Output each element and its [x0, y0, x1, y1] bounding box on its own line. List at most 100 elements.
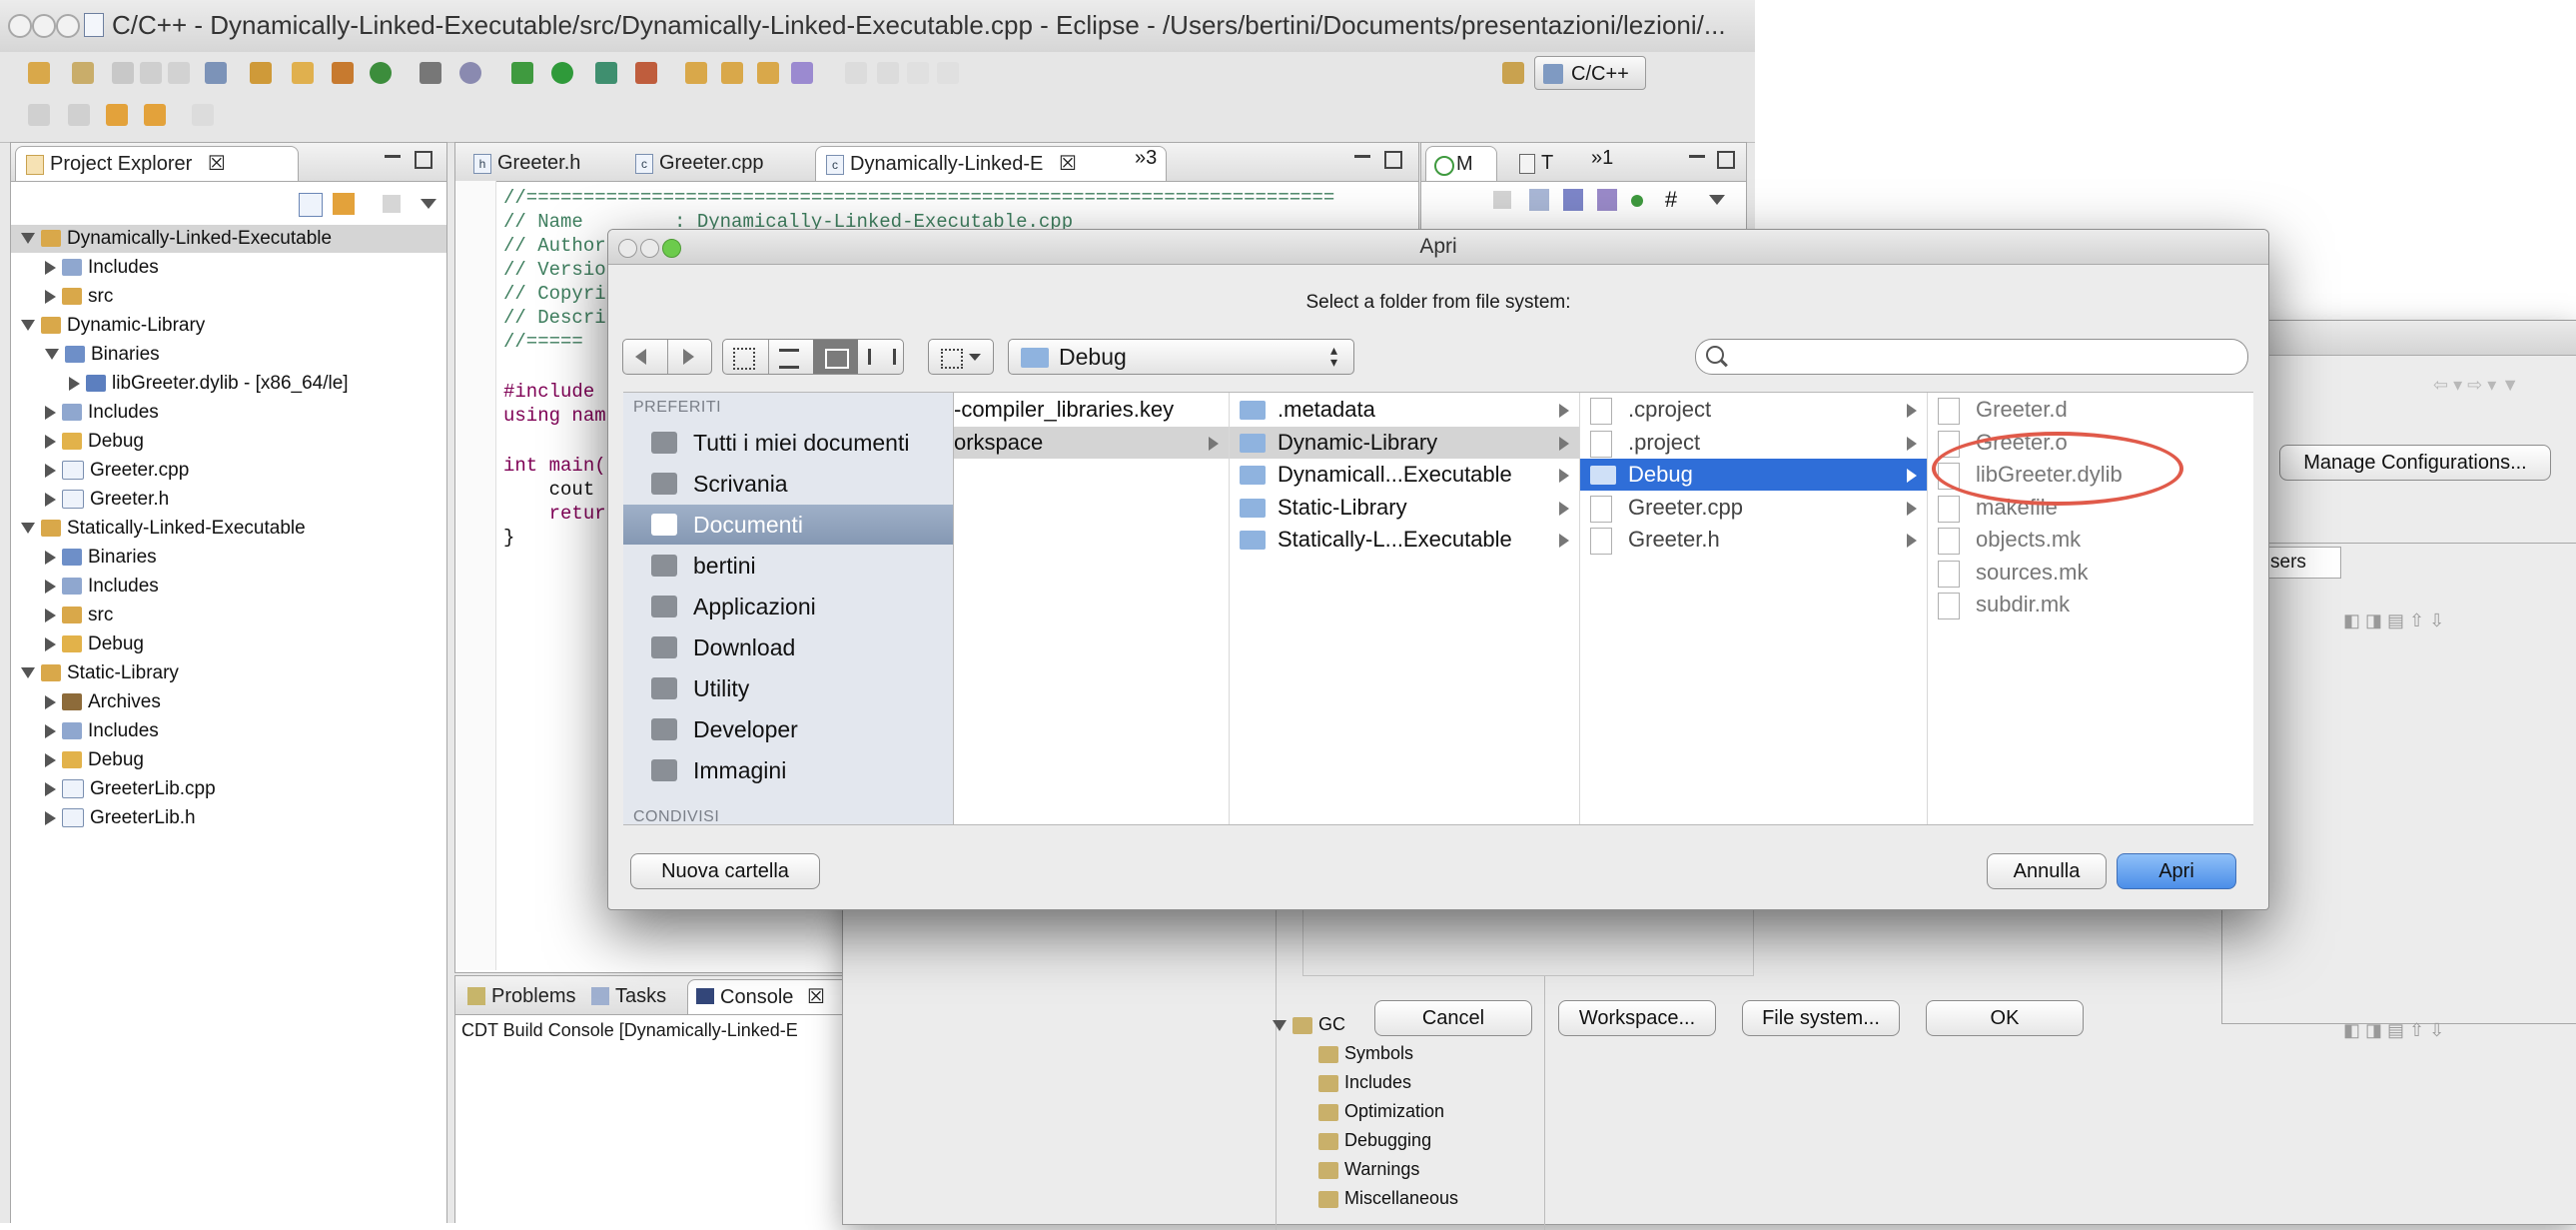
print-icon[interactable]	[168, 62, 190, 84]
open-file-icon[interactable]	[757, 62, 779, 84]
collapsed-arrow-icon[interactable]	[69, 376, 80, 391]
location-popup[interactable]: Debug ▴ ▾	[1008, 339, 1354, 375]
hide-non-public-icon[interactable]	[1631, 195, 1643, 207]
browser-item[interactable]: Greeter.cpp	[1580, 492, 1927, 524]
manage-configurations-button[interactable]: Manage Configurations...	[2279, 445, 2551, 481]
hash-icon[interactable]: #	[1661, 189, 1681, 211]
tab-overflow-indicator[interactable]: »1	[1591, 147, 1613, 170]
browser-item[interactable]: Greeter.h	[1580, 524, 1927, 556]
block-icon[interactable]	[907, 62, 929, 84]
browser-item[interactable]: .cproject	[1580, 394, 1927, 426]
sidebar-item[interactable]: bertini	[623, 546, 953, 586]
list-actions-icon[interactable]: ◧ ◨ ▤ ⇧ ⇩	[2343, 1020, 2553, 1044]
close-tab-icon[interactable]: ☒	[208, 153, 226, 175]
collapsed-arrow-icon[interactable]	[45, 463, 56, 478]
file-system-button[interactable]: File system...	[1742, 1000, 1900, 1036]
browser-item[interactable]: sources.mk	[1928, 557, 2253, 589]
browser-item[interactable]: orkspace	[954, 426, 1229, 459]
run-icon[interactable]	[551, 62, 573, 84]
minimize-panel-icon[interactable]	[385, 155, 401, 158]
tool-settings-item[interactable]: Optimization	[1263, 1097, 1444, 1125]
list-actions-icon[interactable]: ◧ ◨ ▤ ⇧ ⇩	[2343, 611, 2553, 634]
browser-item[interactable]: Dynamic-Library	[1230, 426, 1579, 459]
close-dialog-button[interactable]	[618, 239, 637, 258]
annotation-icon[interactable]	[877, 62, 899, 84]
expanded-arrow-icon[interactable]	[21, 320, 35, 332]
debug-icon[interactable]	[511, 62, 533, 84]
filter-icon[interactable]	[383, 195, 401, 213]
tree-item[interactable]: Statically-Linked-Executable	[11, 515, 446, 543]
list-view-icon[interactable]	[779, 349, 799, 369]
new-cpp-project-icon[interactable]	[250, 62, 272, 84]
ok-button[interactable]: OK	[1926, 1000, 2084, 1036]
open-element-icon[interactable]	[721, 62, 743, 84]
expanded-arrow-icon[interactable]	[21, 523, 35, 535]
browser-item[interactable]: Debug	[1580, 459, 1927, 491]
build-icon[interactable]	[205, 62, 227, 84]
cover-flow-icon[interactable]	[868, 349, 896, 365]
collapsed-arrow-icon[interactable]	[45, 608, 56, 622]
back-arrow-icon[interactable]	[635, 349, 646, 365]
collapse-all-icon[interactable]	[299, 193, 323, 217]
focus-icon[interactable]	[1493, 191, 1511, 209]
collapsed-arrow-icon[interactable]	[45, 781, 56, 796]
collapsed-arrow-icon[interactable]	[45, 434, 56, 449]
tree-item[interactable]: Greeter.h	[11, 486, 446, 514]
prev-annotation-icon[interactable]	[68, 104, 90, 126]
search-input[interactable]	[1736, 344, 2239, 370]
tree-item[interactable]: Includes	[11, 399, 446, 427]
maximize-panel-icon[interactable]	[415, 151, 432, 169]
minimize-panel-icon[interactable]	[1354, 155, 1370, 158]
minimize-panel-icon[interactable]	[1689, 155, 1705, 158]
tree-item[interactable]: Static-Library	[11, 659, 446, 687]
tab-console[interactable]: Console ☒	[687, 979, 851, 1014]
tab-overflow-indicator[interactable]: »3	[1135, 147, 1157, 170]
open-perspective-icon[interactable]	[1502, 62, 1524, 84]
save-all-icon[interactable]	[140, 62, 162, 84]
collapsed-arrow-icon[interactable]	[45, 260, 56, 275]
tab-greeter-h[interactable]: h Greeter.h	[463, 146, 637, 180]
tree-item[interactable]: Debug	[11, 630, 446, 658]
save-icon[interactable]	[112, 62, 134, 84]
hide-static-icon[interactable]	[1597, 189, 1617, 211]
pencil-icon[interactable]	[845, 62, 867, 84]
tool-settings-item[interactable]: Includes	[1263, 1068, 1411, 1096]
close-tab-icon[interactable]: ☒	[1059, 153, 1077, 175]
tree-item[interactable]: Includes	[11, 717, 446, 745]
nav-arrows-icon[interactable]: ⇦ ▾ ⇨ ▾ ▼	[2433, 375, 2573, 399]
tool-settings-item[interactable]: Debugging	[1263, 1126, 1431, 1154]
tree-item[interactable]: libGreeter.dylib - [x86_64/le]	[11, 370, 446, 398]
cancel-button[interactable]: Annulla	[1987, 853, 2107, 889]
tab-problems[interactable]: Problems	[459, 979, 601, 1013]
expanded-arrow-icon[interactable]	[1273, 1019, 1287, 1031]
collapsed-arrow-icon[interactable]	[45, 405, 56, 420]
new-folder-button[interactable]: Nuova cartella	[630, 853, 820, 889]
new-class-icon[interactable]	[332, 62, 354, 84]
collapsed-arrow-icon[interactable]	[45, 492, 56, 507]
browser-item[interactable]: objects.mk	[1928, 524, 2253, 556]
collapsed-arrow-icon[interactable]	[45, 550, 56, 565]
tab-project-explorer[interactable]: Project Explorer ☒	[15, 146, 299, 181]
icon-view-icon[interactable]	[733, 348, 755, 370]
sidebar-item[interactable]: Applicazioni	[623, 587, 953, 626]
tree-item[interactable]: Debug	[11, 428, 446, 456]
minimize-dialog-button[interactable]	[640, 239, 659, 258]
sidebar-item[interactable]: Documenti	[623, 505, 953, 545]
maximize-panel-icon[interactable]	[1384, 151, 1402, 169]
tree-item[interactable]: GreeterLib.h	[11, 804, 446, 832]
maximize-panel-icon[interactable]	[1717, 151, 1735, 169]
expanded-arrow-icon[interactable]	[21, 667, 35, 679]
tree-item[interactable]: Includes	[11, 573, 446, 601]
tool-settings-item[interactable]: Symbols	[1263, 1039, 1413, 1067]
zoom-window-button[interactable]	[56, 14, 80, 38]
browser-item[interactable]: Static-Library	[1230, 492, 1579, 524]
tree-item[interactable]: Greeter.cpp	[11, 457, 446, 485]
new-source-icon[interactable]	[72, 62, 94, 84]
tree-item[interactable]: src	[11, 602, 446, 629]
tool-settings-item[interactable]: Miscellaneous	[1263, 1184, 1458, 1212]
expanded-arrow-icon[interactable]	[45, 349, 59, 361]
cpp-perspective-button[interactable]: C/C++	[1534, 56, 1646, 90]
sidebar-item[interactable]: Download	[623, 627, 953, 667]
tree-item[interactable]: GreeterLib.cpp	[11, 775, 446, 803]
view-menu-icon[interactable]	[421, 199, 436, 209]
